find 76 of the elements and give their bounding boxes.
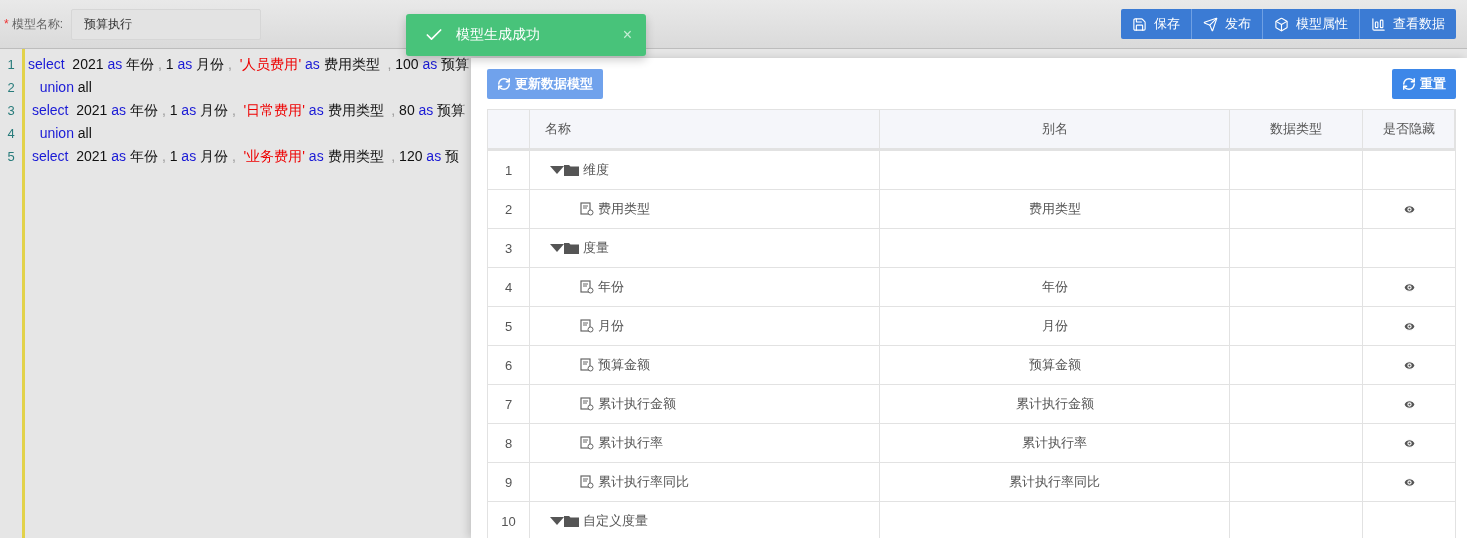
toolbar-button[interactable]: 发布	[1191, 9, 1262, 39]
field-icon	[580, 358, 594, 372]
caret-icon[interactable]	[550, 165, 564, 175]
name-text: 自定义度量	[583, 512, 648, 530]
eye-icon[interactable]	[1402, 319, 1416, 333]
row-number: 8	[488, 424, 530, 463]
model-name-field[interactable]: 预算执行	[71, 8, 261, 40]
line-number: 5	[6, 148, 16, 166]
field-icon	[580, 202, 594, 216]
line-number: 4	[6, 125, 16, 143]
eye-icon[interactable]	[1402, 202, 1416, 216]
save-icon	[1132, 16, 1147, 32]
name-text: 累计执行率同比	[598, 473, 689, 491]
eye-icon[interactable]	[1402, 475, 1416, 489]
alias-cell: 费用类型	[880, 190, 1230, 229]
paper-plane-icon	[1203, 16, 1218, 32]
name-text: 维度	[583, 161, 609, 179]
field-icon	[580, 475, 594, 489]
row-number: 10	[488, 502, 530, 538]
toolbar-button[interactable]: 查看数据	[1359, 9, 1456, 39]
cube-icon	[1274, 16, 1289, 32]
toolbar-button[interactable]: 模型属性	[1262, 9, 1359, 39]
code-line: union all	[38, 124, 93, 143]
folder-icon	[564, 515, 579, 527]
field-label: 模型名称:	[11, 15, 63, 33]
field-icon	[580, 319, 594, 333]
line-number: 1	[6, 56, 16, 74]
bar-chart-icon	[1371, 16, 1386, 32]
alias-cell: 年份	[880, 268, 1230, 307]
row-number: 3	[488, 229, 530, 268]
eye-icon[interactable]	[1402, 397, 1416, 411]
refresh-icon	[497, 77, 511, 91]
alias-cell: 累计执行金额	[880, 385, 1230, 424]
row-number: 2	[488, 190, 530, 229]
eye-icon[interactable]	[1402, 436, 1416, 450]
row-number: 7	[488, 385, 530, 424]
name-text: 费用类型	[598, 200, 650, 218]
field-icon	[580, 280, 594, 294]
name-text: 累计执行金额	[598, 395, 676, 413]
row-number: 1	[488, 151, 530, 190]
code-line: select 2021 as 年份 , 1 as 月份 , '日常费用' as 费用类型 , 80 as 预算	[30, 101, 467, 120]
row-number: 4	[488, 268, 530, 307]
code-line: union all	[38, 78, 93, 97]
caret-icon[interactable]	[550, 243, 564, 253]
row-number: 5	[488, 307, 530, 346]
name-text: 月份	[598, 317, 624, 335]
alias-cell: 预算金额	[880, 346, 1230, 385]
refresh-icon	[1402, 77, 1416, 91]
folder-icon	[564, 164, 579, 176]
toast-message: 模型生成成功	[456, 26, 540, 44]
line-number: 3	[6, 102, 16, 120]
name-text: 度量	[583, 239, 609, 257]
toolbar-button[interactable]: 保存	[1121, 9, 1191, 39]
line-number: 2	[6, 79, 16, 97]
caret-icon[interactable]	[550, 516, 564, 526]
field-icon	[580, 397, 594, 411]
name-text: 累计执行率	[598, 434, 663, 452]
field-icon	[580, 436, 594, 450]
column-header: 别名	[880, 110, 1230, 151]
column-header: 数据类型	[1230, 110, 1363, 151]
name-text: 年份	[598, 278, 624, 296]
row-number: 9	[488, 463, 530, 502]
code-line: select 2021 as 年份 , 1 as 月份 , '业务费用' as 费用类型 , 120 as 预	[30, 147, 461, 166]
required-mark: *	[4, 17, 9, 31]
alias-cell: 月份	[880, 307, 1230, 346]
code-line: select 2021 as 年份 , 1 as 月份 , '人员费用' as 费用类型 , 100 as 预算	[28, 55, 470, 74]
alias-cell: 累计执行率同比	[880, 463, 1230, 502]
column-header: 名称	[530, 110, 880, 151]
eye-icon[interactable]	[1402, 280, 1416, 294]
row-number: 6	[488, 346, 530, 385]
folder-icon	[564, 242, 579, 254]
column-header: 是否隐藏	[1363, 110, 1455, 151]
reset-button[interactable]: 重置	[1392, 69, 1456, 99]
alias-cell: 累计执行率	[880, 424, 1230, 463]
eye-icon[interactable]	[1402, 358, 1416, 372]
name-text: 预算金额	[598, 356, 650, 374]
